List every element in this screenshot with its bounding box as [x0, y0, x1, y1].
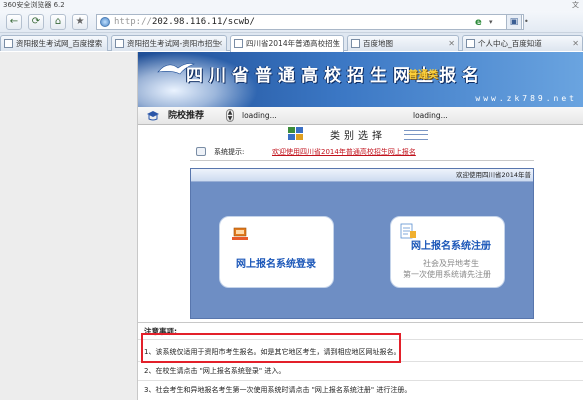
page-icon: [4, 39, 13, 48]
system-notice: 系统提示: 欢迎使用四川省2014年普通高校招生网上报名: [196, 145, 534, 159]
window-corner-text[interactable]: 文: [572, 0, 579, 11]
register-card[interactable]: 网上报名系统注册 社会及异地考生 第一次使用系统请先注册: [390, 216, 505, 288]
window-titlebar: 360安全浏览器 6.2 文: [0, 0, 583, 11]
loading-text-1: loading...: [242, 111, 277, 120]
title-lines-decoration: [404, 130, 428, 140]
tab-baidu-search[interactable]: 资阳报生考试网_百度搜索: [0, 35, 108, 51]
register-subtitle-1: 社会及异地考生: [423, 259, 479, 268]
notice-label: 系统提示:: [214, 148, 245, 156]
loading-text-2: loading...: [413, 111, 448, 120]
scroll-toggle-icon[interactable]: ▲ ▼: [226, 109, 234, 122]
tab-label: 资阳招生考试网-资阳市招生: [127, 39, 220, 48]
window-title: 360安全浏览器 6.2: [3, 1, 65, 9]
globe-icon: [100, 17, 110, 27]
notice-link[interactable]: 欢迎使用四川省2014年普通高校招生网上报名: [272, 145, 416, 159]
favorite-button[interactable]: ★: [72, 14, 88, 30]
close-icon[interactable]: ✕: [572, 36, 579, 51]
chevron-down-icon[interactable]: ▾: [489, 15, 493, 29]
page-icon: [115, 39, 124, 48]
welcome-marquee: 欢迎使用四川省2014年普: [455, 171, 531, 179]
recommend-bar: 院校推荐 ▲ ▼ loading... loading...: [138, 107, 583, 125]
system-panel: 欢迎使用四川省2014年普 网上报名系统登录 网上报名系统注册 社会及异地考生 …: [190, 168, 534, 319]
divider: [190, 160, 534, 161]
close-icon[interactable]: ✕: [333, 36, 340, 51]
back-button[interactable]: ←: [6, 14, 22, 30]
register-subtitle-2: 第一次使用系统请先注册: [403, 270, 491, 279]
recommend-label: 院校推荐: [168, 111, 205, 121]
register-button[interactable]: 网上报名系统注册: [411, 237, 491, 252]
note-item: 2、在校生请点击 "网上报名系统登录" 进入。: [144, 367, 286, 375]
page-icon: [466, 39, 475, 48]
page-icon: [234, 39, 243, 48]
banner-tag: 普通类: [408, 70, 438, 81]
tab-sichuan-enroll[interactable]: 四川省2014年普通高校招生 ✕: [230, 35, 344, 52]
notice-icon: [196, 147, 206, 156]
highlight-box: [141, 333, 401, 363]
tab-label: 四川省2014年普通高校招生: [246, 39, 341, 48]
tab-label: 个人中心_百度知道: [478, 39, 542, 48]
banner-title: 四川省普通高校招生网上报名: [186, 66, 485, 86]
refresh-button[interactable]: ⟳: [28, 14, 44, 30]
more-icon[interactable]: •: [524, 17, 529, 26]
banner-site: www.zk789.net: [475, 94, 577, 103]
close-icon[interactable]: ✕: [448, 36, 455, 51]
address-bar[interactable]: http://202.98.116.11/scwb/ e ▾: [96, 14, 524, 30]
login-card[interactable]: 网上报名系统登录: [219, 216, 334, 288]
tab-bar: 资阳报生考试网_百度搜索 资阳招生考试网-资阳市招生 ✕ 四川省2014年普通高…: [0, 33, 583, 52]
graduation-cap-icon: [147, 111, 159, 121]
tab-label: 资阳报生考试网_百度搜索: [16, 39, 103, 48]
extension-button[interactable]: ▣: [506, 14, 522, 30]
close-icon[interactable]: ✕: [216, 36, 223, 51]
divider: [138, 380, 583, 381]
tab-baidu-zhidao[interactable]: 个人中心_百度知道 ✕: [462, 35, 583, 51]
page-icon: [351, 39, 360, 48]
welcome-strip: 欢迎使用四川省2014年普: [191, 169, 533, 182]
tab-ziyang-exam[interactable]: 资阳招生考试网-资阳市招生 ✕: [111, 35, 227, 51]
home-button[interactable]: ⌂: [50, 14, 66, 30]
note-item: 3、社会考生和异地报名考生第一次使用系统时请点击 "网上报名系统注册" 进行注册…: [144, 386, 412, 394]
site-banner: 四川省普通高校招生网上报名 普通类 www.zk789.net: [138, 52, 583, 107]
tab-baidu-map[interactable]: 百度地图 ✕: [347, 35, 459, 51]
category-title: 类别选择: [330, 131, 386, 142]
search-engine-icon[interactable]: e: [475, 17, 486, 28]
page-left-margin: [0, 52, 138, 400]
browser-toolbar: ← ⟳ ⌂ ★ http://202.98.116.11/scwb/ e ▾ ▣…: [0, 11, 583, 33]
computer-icon: [232, 227, 248, 240]
tab-label: 百度地图: [363, 39, 393, 48]
address-url[interactable]: http://202.98.116.11/scwb/: [114, 15, 255, 29]
category-icon: [288, 127, 303, 140]
login-button[interactable]: 网上报名系统登录: [236, 255, 316, 270]
